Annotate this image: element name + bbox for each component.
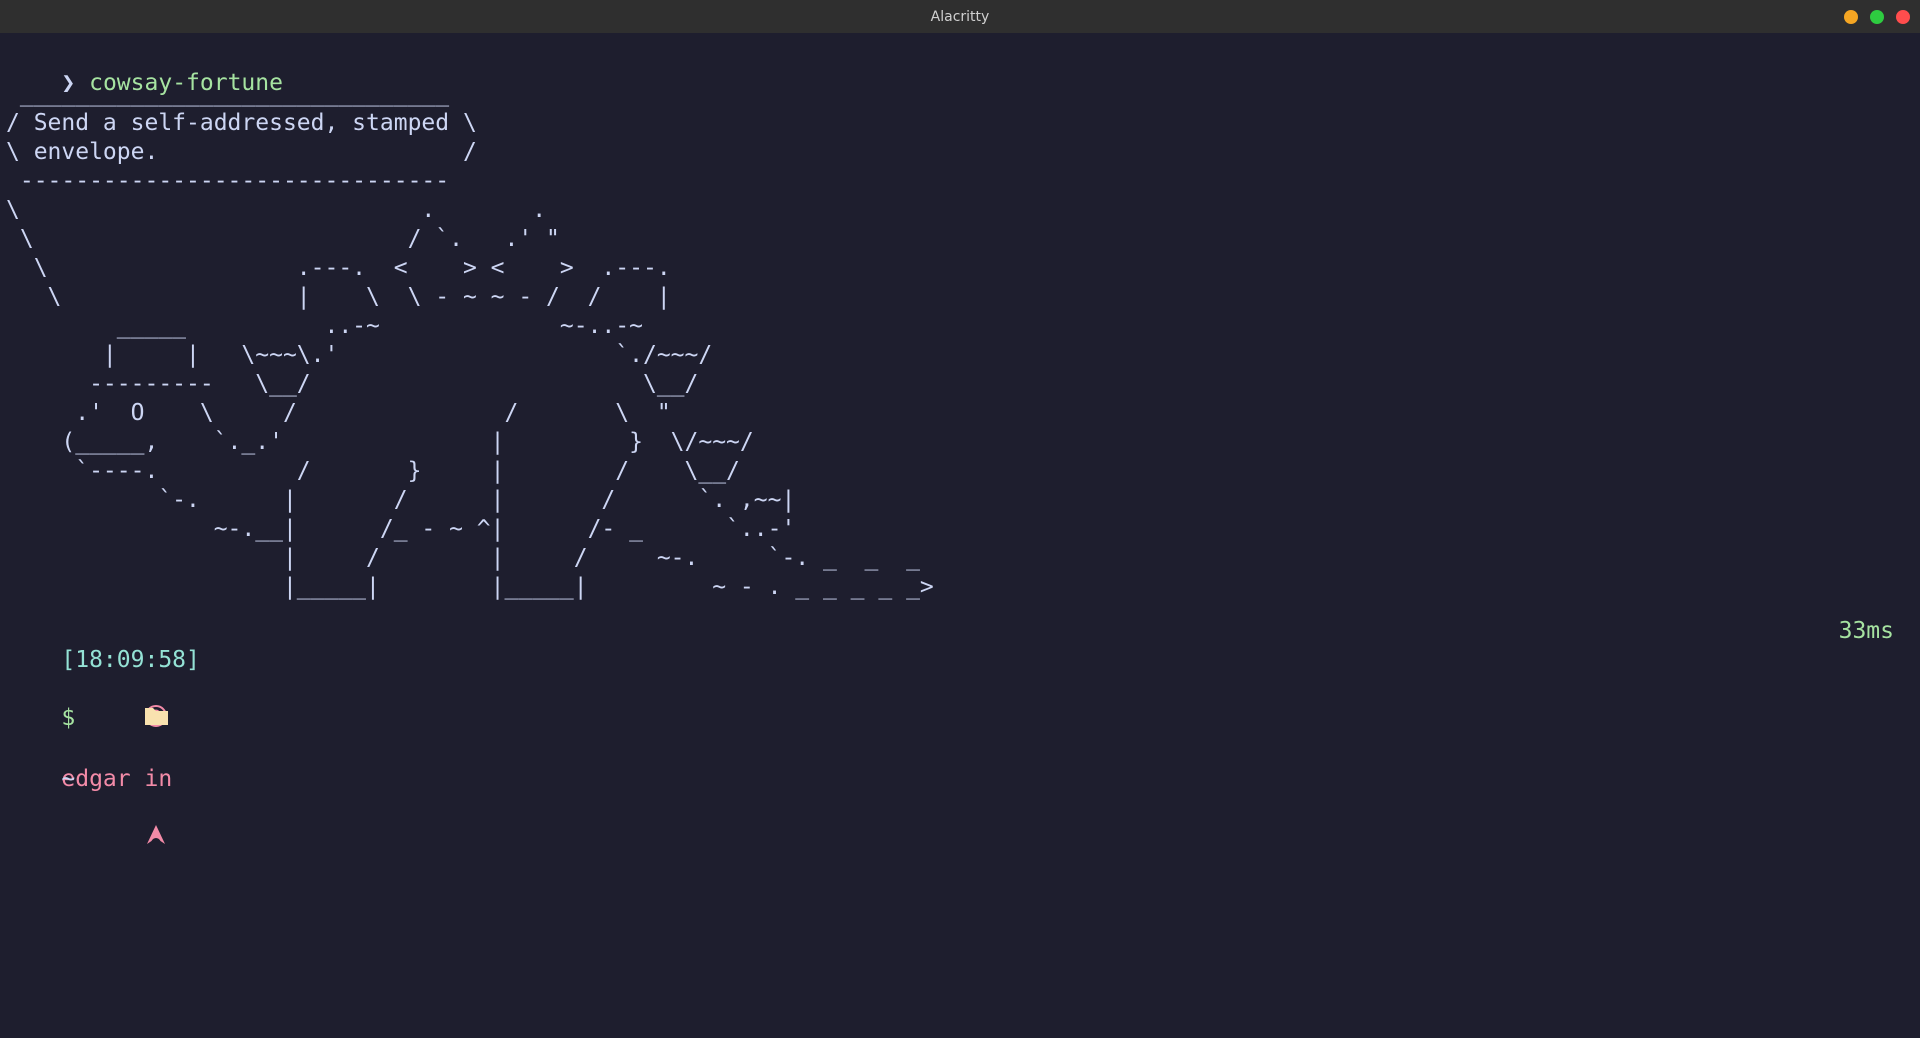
window-title: Alacritty	[930, 8, 990, 25]
minimize-button[interactable]	[1844, 10, 1858, 24]
close-button[interactable]	[1896, 10, 1910, 24]
cowsay-output: _______________________________ / Send a…	[6, 81, 934, 600]
terminal-area[interactable]: ❯ cowsay-fortune _______________________…	[0, 33, 1920, 1038]
command-duration: 33ms	[1838, 618, 1894, 644]
window-controls	[1844, 10, 1910, 24]
cwd-path: ~	[61, 766, 76, 792]
input-line[interactable]: $	[6, 675, 75, 762]
input-prompt: $	[61, 705, 76, 731]
folder-icon	[61, 675, 170, 765]
window-titlebar[interactable]: Alacritty	[0, 0, 1920, 33]
maximize-button[interactable]	[1870, 10, 1884, 24]
